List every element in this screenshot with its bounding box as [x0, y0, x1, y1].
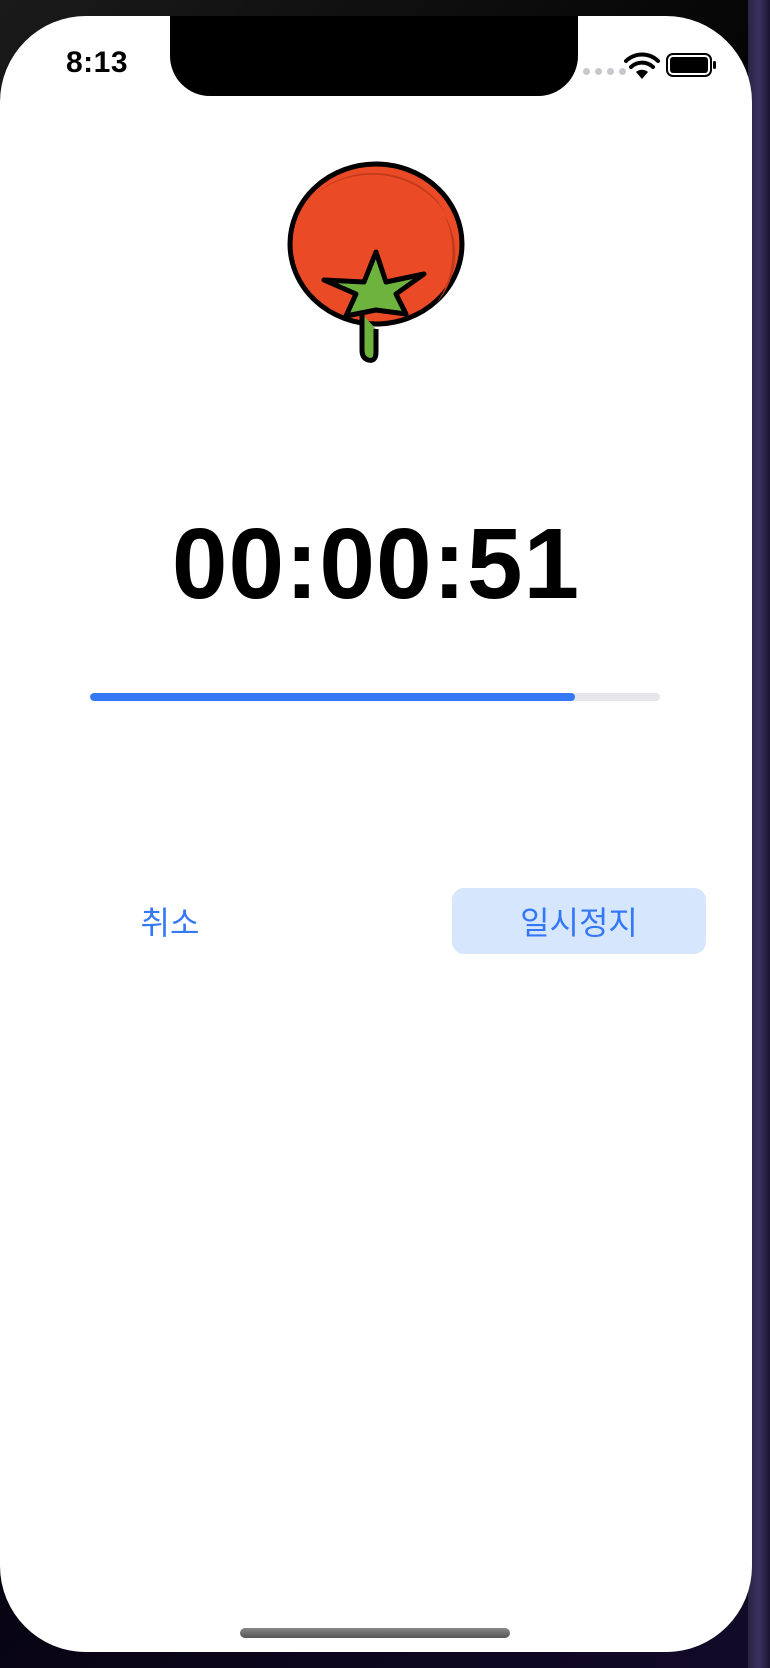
status-bar-time: 8:13: [66, 46, 129, 79]
tomato-icon: [287, 161, 465, 363]
progress-bar: [90, 693, 660, 701]
pause-button[interactable]: 일시정지: [452, 888, 706, 954]
progress-bar-fill: [90, 693, 575, 701]
cellular-signal-icon: [583, 68, 626, 75]
notch: [170, 16, 578, 96]
battery-icon: [666, 53, 716, 77]
home-indicator[interactable]: [240, 1628, 510, 1638]
phone-screen: 8:13 00:00:51 취소 일시정지: [0, 16, 752, 1652]
cancel-button[interactable]: 취소: [100, 888, 240, 954]
timer-display: 00:00:51: [171, 508, 581, 620]
wifi-icon: [624, 52, 660, 79]
